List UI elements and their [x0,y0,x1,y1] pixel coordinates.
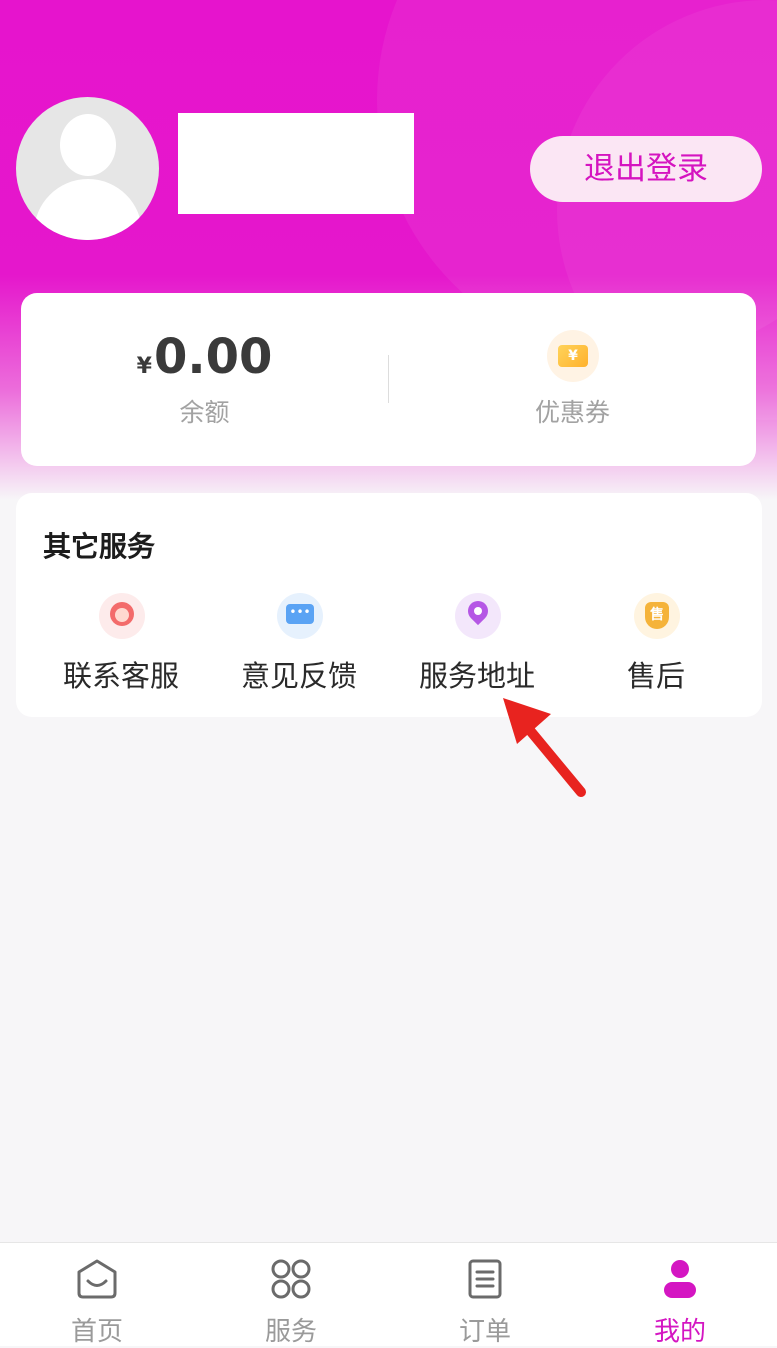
balance-label: 余额 [179,398,230,427]
after-sale-icon: 售 [634,593,680,639]
tab-home[interactable]: 首页 [0,1243,194,1347]
wallet-card: ¥0.00 余额 ¥ 优惠券 [21,293,756,466]
section-title: 其它服务 [43,530,156,563]
tab-label: 订单 [458,1317,511,1347]
service-item-label: 联系客服 [62,659,179,693]
balance-amount: ¥0.00 [21,329,388,385]
tab-services[interactable]: 服务 [194,1243,388,1347]
list-document-icon [468,1259,502,1299]
tab-label: 我的 [653,1317,706,1347]
service-item-contact-support[interactable]: 联系客服 [28,593,214,693]
coupon-icon: ¥ [547,330,599,382]
tab-label: 首页 [70,1317,123,1347]
grid-circles-icon [271,1259,311,1299]
username-redacted-box [178,113,414,214]
service-item-label: 意见反馈 [240,659,357,693]
logout-button[interactable]: 退出登录 [530,136,762,202]
tab-label: 服务 [264,1317,317,1347]
avatar[interactable] [16,97,159,240]
ticket-glyph: ¥ [558,345,588,367]
service-item-service-address[interactable]: 服务地址 [384,593,570,693]
tab-mine[interactable]: 我的 [583,1243,777,1347]
service-item-after-sale[interactable]: 售 售后 [563,593,749,693]
bottom-tab-bar: 首页 服务 订单 我的 [0,1242,777,1347]
service-item-label: 售后 [626,659,685,693]
tab-orders[interactable]: 订单 [388,1243,582,1347]
headset-icon [99,593,145,639]
currency-symbol: ¥ [136,354,152,379]
other-services-card: 其它服务 联系客服 ••• 意见反馈 服务地址 售 售后 [16,493,762,717]
coupon-label: 优惠券 [534,398,610,427]
avatar-head-shape [60,114,116,176]
location-pin-icon [455,593,501,639]
balance-section[interactable]: ¥0.00 余额 [21,293,388,466]
coupon-section[interactable]: ¥ 优惠券 [389,293,756,466]
avatar-body-shape [34,179,142,240]
annotation-arrow-icon [503,698,586,797]
user-icon [664,1260,696,1298]
balance-value: 0.00 [153,329,273,385]
service-item-label: 服务地址 [418,659,535,693]
chat-bubble-icon: ••• [277,593,323,639]
home-icon [77,1259,117,1299]
service-item-feedback[interactable]: ••• 意见反馈 [206,593,392,693]
